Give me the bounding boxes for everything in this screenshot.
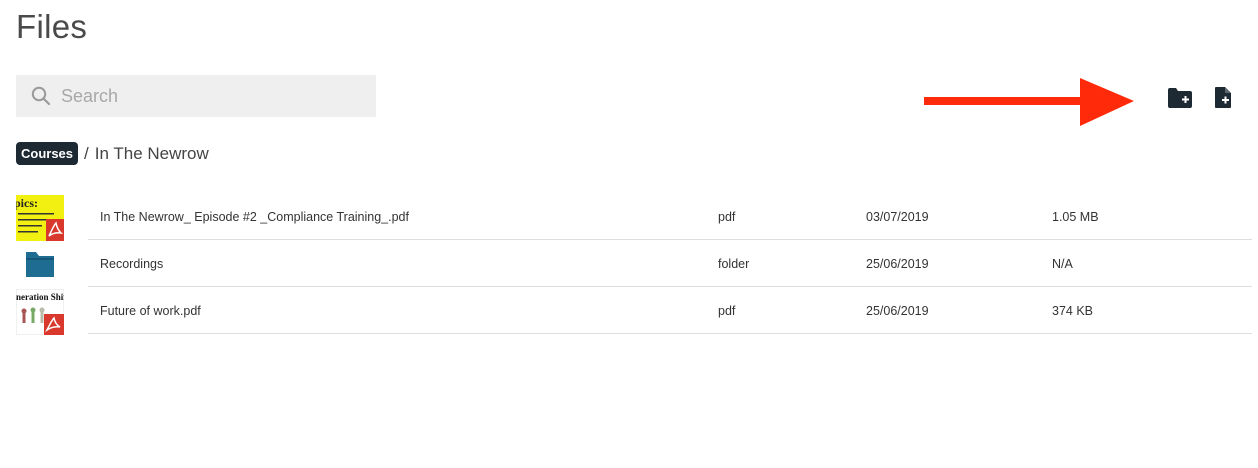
breadcrumb-root-courses[interactable]: Courses — [16, 142, 79, 165]
folder-icon — [16, 242, 64, 288]
file-size: 1.05 MB — [1052, 209, 1099, 224]
annotation-arrow — [924, 78, 1134, 128]
file-size: N/A — [1052, 256, 1073, 271]
new-file-button[interactable] — [1210, 86, 1236, 114]
file-name[interactable]: Future of work.pdf — [100, 304, 201, 318]
folder-plus-icon — [1167, 87, 1193, 114]
toolbar — [1167, 86, 1236, 114]
thumb-text: pics: — [16, 196, 38, 210]
search-input[interactable] — [61, 85, 361, 107]
page-title: Files — [16, 8, 88, 45]
file-plus-icon — [1214, 86, 1232, 114]
file-name[interactable]: Recordings — [100, 257, 163, 271]
file-row[interactable]: eneration Shift Future of work.pdf pdf 2… — [16, 287, 1252, 335]
file-date: 03/07/2019 — [866, 209, 929, 224]
search-box[interactable] — [16, 75, 376, 117]
file-date: 25/06/2019 — [866, 256, 929, 271]
file-name[interactable]: In The Newrow_ Episode #2 _Compliance Tr… — [100, 210, 409, 224]
file-row[interactable]: pics: In The Newrow_ Episode #2 _Complia… — [16, 193, 1252, 241]
file-row[interactable]: Recordings folder 25/06/2019 N/A — [16, 240, 1252, 287]
file-list: pics: In The Newrow_ Episode #2 _Complia… — [16, 193, 1252, 335]
breadcrumb: Courses / In The Newrow — [16, 142, 209, 165]
breadcrumb-separator: / — [84, 143, 89, 163]
thumb-text: eneration Shift — [16, 292, 64, 302]
search-icon — [31, 86, 51, 106]
breadcrumb-current: In The Newrow — [94, 143, 209, 163]
file-size: 374 KB — [1052, 303, 1094, 318]
pdf-thumbnail: pics: — [16, 195, 64, 241]
new-folder-button[interactable] — [1167, 87, 1193, 114]
pdf-thumbnail: eneration Shift — [16, 289, 64, 335]
file-type: pdf — [718, 209, 736, 224]
file-date: 25/06/2019 — [866, 303, 929, 318]
file-type: pdf — [718, 303, 736, 318]
file-type: folder — [718, 256, 750, 271]
row-divider — [88, 333, 1252, 334]
